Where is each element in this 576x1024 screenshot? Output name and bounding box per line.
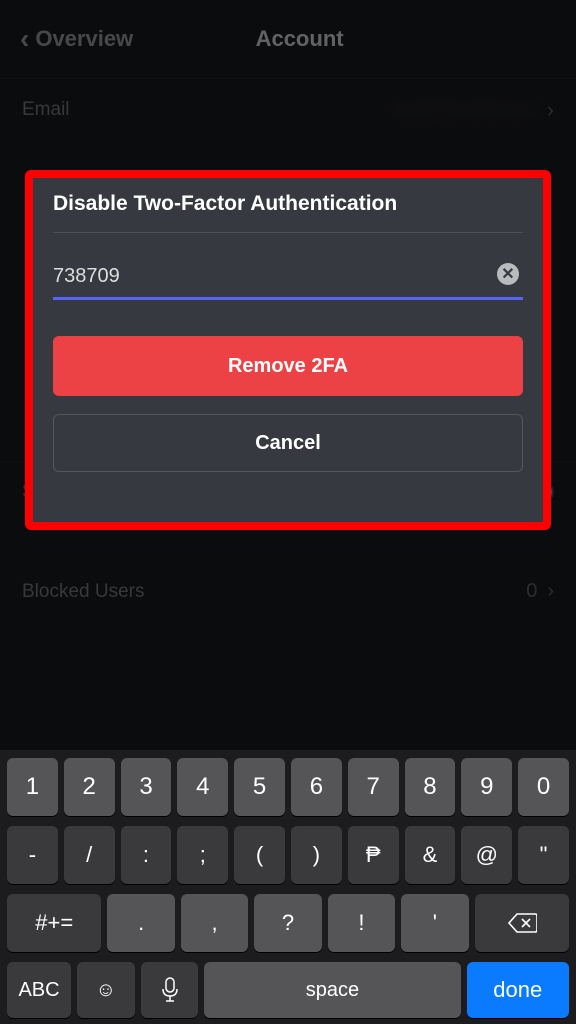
space-key[interactable]: space [204,962,460,1018]
back-label[interactable]: Overview [35,26,133,52]
backspace-key[interactable] [475,894,569,952]
back-chevron-icon[interactable]: ‹ [20,23,29,55]
key-1[interactable]: 1 [7,758,58,816]
key-0[interactable]: 0 [518,758,569,816]
key-question[interactable]: ? [254,894,321,952]
key-lparen[interactable]: ( [234,826,285,884]
key-peso[interactable]: ₱ [348,826,399,884]
key-apos[interactable]: ' [401,894,468,952]
input-underline [53,297,523,300]
row-email-value: user@email.com [394,99,537,121]
key-colon[interactable]: : [121,826,172,884]
key-abc[interactable]: ABC [7,962,71,1018]
key-period[interactable]: . [107,894,174,952]
key-rparen[interactable]: ) [291,826,342,884]
key-comma[interactable]: , [181,894,248,952]
backspace-icon [507,912,537,934]
keyboard-row-4: ABC ☺ space done [4,962,572,1018]
remove-2fa-button[interactable]: Remove 2FA [53,336,523,396]
row-email[interactable]: Email user@email.com › [0,78,576,141]
ios-keyboard: 1 2 3 4 5 6 7 8 9 0 - / : ; ( ) ₱ & @ " … [0,750,576,1024]
key-3[interactable]: 3 [121,758,172,816]
key-slash[interactable]: / [64,826,115,884]
key-semicolon[interactable]: ; [177,826,228,884]
row-email-label: Email [22,99,70,121]
divider [53,232,523,233]
key-8[interactable]: 8 [405,758,456,816]
key-exclaim[interactable]: ! [328,894,395,952]
key-at[interactable]: @ [461,826,512,884]
emoji-icon: ☺ [96,979,116,1002]
keyboard-row-1: 1 2 3 4 5 6 7 8 9 0 [4,758,572,816]
key-quote[interactable]: " [518,826,569,884]
keyboard-row-2: - / : ; ( ) ₱ & @ " [4,826,572,884]
key-dash[interactable]: - [7,826,58,884]
key-symbols[interactable]: #+= [7,894,101,952]
page-title: Account [133,26,466,52]
chevron-right-icon: › [547,580,554,603]
key-6[interactable]: 6 [291,758,342,816]
key-2[interactable]: 2 [64,758,115,816]
code-input[interactable] [53,265,523,288]
chevron-right-icon: › [547,97,554,123]
emoji-key[interactable]: ☺ [77,962,135,1018]
mic-key[interactable] [141,962,199,1018]
clear-input-icon[interactable]: ✕ [497,263,519,285]
dialog-title: Disable Two-Factor Authentication [53,192,523,216]
key-5[interactable]: 5 [234,758,285,816]
key-7[interactable]: 7 [348,758,399,816]
row-blocked-users[interactable]: Blocked Users 0 › [0,562,576,621]
blocked-count: 0 [526,580,537,603]
key-amp[interactable]: & [405,826,456,884]
disable-2fa-dialog: Disable Two-Factor Authentication ✕ Remo… [25,170,551,530]
mic-icon [161,977,179,1003]
done-key[interactable]: done [467,962,569,1018]
row-blocked-label: Blocked Users [22,581,145,603]
cancel-button[interactable]: Cancel [53,414,523,472]
code-input-wrap: ✕ [53,265,523,300]
keyboard-row-3: #+= . , ? ! ' [4,894,572,952]
key-9[interactable]: 9 [461,758,512,816]
navbar: ‹ Overview Account [0,0,576,78]
key-4[interactable]: 4 [177,758,228,816]
